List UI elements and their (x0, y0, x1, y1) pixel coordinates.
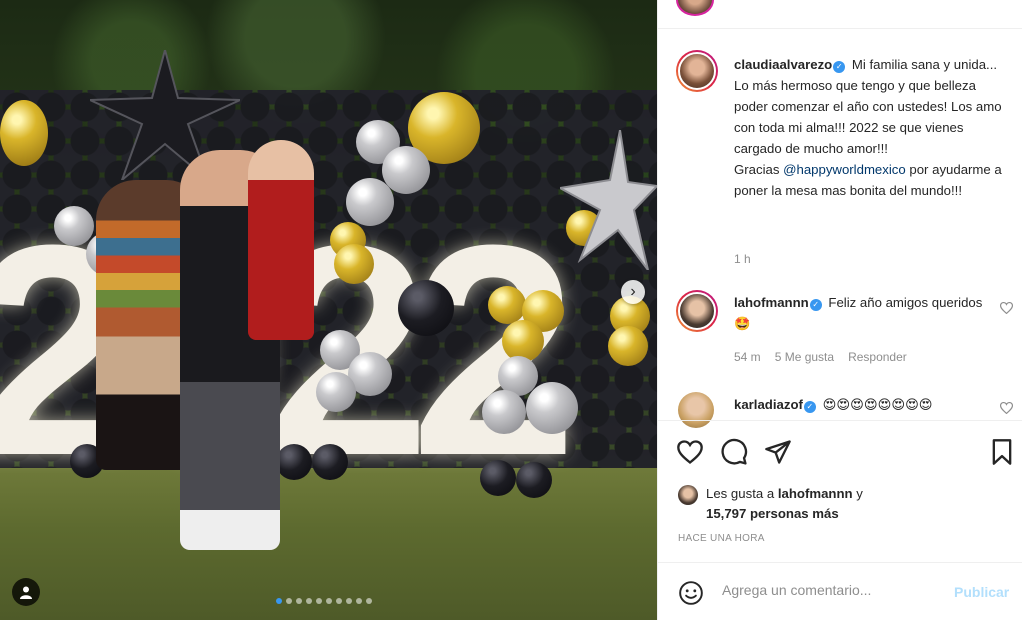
caption-author-avatar[interactable] (676, 50, 718, 92)
verified-badge-icon: ✓ (809, 299, 822, 311)
black-balloon (312, 444, 348, 480)
emoji-smiley-icon[interactable] (678, 580, 704, 606)
carousel-dot (276, 598, 282, 604)
tagged-users-button[interactable] (12, 578, 40, 606)
likes-prefix: Les gusta a (706, 486, 778, 501)
black-balloon (480, 460, 516, 496)
header-avatar[interactable] (676, 0, 714, 16)
liker-avatar (678, 485, 698, 505)
likes-count[interactable]: 15,797 personas más (706, 506, 839, 521)
carousel-dot (296, 598, 302, 604)
posted-time: HACE UNA HORA (678, 533, 765, 544)
comment-reply-button[interactable]: Responder (848, 350, 907, 364)
carousel-dot (356, 598, 362, 604)
carousel-dot (366, 598, 372, 604)
verified-badge-icon: ✓ (833, 61, 846, 73)
comment-like-heart-icon[interactable] (999, 401, 1014, 417)
comment-author-avatar[interactable] (676, 290, 718, 332)
gold-balloon (0, 100, 48, 166)
carousel-dot (326, 598, 332, 604)
gold-balloon (334, 244, 374, 284)
comment-likes-count[interactable]: 5 Me gusta (775, 350, 834, 364)
share-send-icon[interactable] (764, 438, 792, 466)
carousel-dot (346, 598, 352, 604)
comment-like-heart-icon[interactable] (999, 301, 1014, 317)
post-details-panel: claudiaalvarezo ✓ Mi familia sana y unida… (657, 0, 1022, 620)
black-balloon (398, 280, 454, 336)
comment-meta: 54 m 5 Me gusta Responder (734, 350, 907, 364)
likes-user[interactable]: lahofmannn (778, 486, 853, 501)
comment-input[interactable] (722, 582, 942, 598)
star-balloon-silver (560, 130, 657, 270)
child-figure (248, 140, 314, 340)
carousel-dot (336, 598, 342, 604)
silver-balloon (482, 390, 526, 434)
comment-bubble-icon[interactable] (720, 438, 748, 466)
gold-balloon (488, 286, 526, 324)
carousel-dot (306, 598, 312, 604)
carousel-dot (316, 598, 322, 604)
carousel-next-button[interactable]: › (621, 280, 645, 304)
caption-mention-link[interactable]: @happyworldmexico (783, 162, 906, 177)
actions-divider (658, 420, 1022, 421)
caption-time: 1 h (734, 252, 751, 266)
carousel-dot (286, 598, 292, 604)
gold-balloon (608, 326, 648, 366)
likes-middle: y (852, 486, 863, 501)
black-balloon (276, 444, 312, 480)
comment-author-avatar[interactable] (678, 392, 714, 428)
like-heart-icon[interactable] (676, 438, 704, 466)
comment-box-divider (658, 562, 1022, 563)
silver-balloon (346, 178, 394, 226)
post-photo[interactable]: 2022 › (0, 0, 657, 620)
caption-username[interactable]: claudiaalvarezo (734, 57, 832, 72)
user-tag-icon (20, 586, 32, 599)
publish-button[interactable]: Publicar (954, 584, 1009, 600)
silver-balloon (316, 372, 356, 412)
header-divider (658, 28, 1022, 29)
verified-badge-icon: ✓ (803, 401, 816, 413)
black-balloon (516, 462, 552, 498)
caption-text-thanks: Gracias (734, 162, 784, 177)
silver-balloon (526, 382, 578, 434)
comment-username[interactable]: karladiazof (734, 397, 803, 412)
likes-summary[interactable]: Les gusta a lahofmannn y 15,797 personas… (678, 484, 863, 524)
carousel-dots (276, 598, 372, 604)
silver-balloon (54, 206, 94, 246)
comment-username[interactable]: lahofmannn (734, 295, 809, 310)
comment-item: karladiazof ✓ 😍😍😍😍😍😍😍😍 (734, 394, 984, 414)
comment-item: lahofmannn ✓ Feliz año amigos queridos 🤩 (734, 292, 984, 334)
comment-time: 54 m (734, 350, 761, 364)
save-bookmark-icon[interactable] (988, 438, 1016, 466)
post-caption: claudiaalvarezo ✓ Mi familia sana y unida… (734, 54, 1006, 201)
comment-text: 😍😍😍😍😍😍😍😍 (822, 397, 933, 412)
